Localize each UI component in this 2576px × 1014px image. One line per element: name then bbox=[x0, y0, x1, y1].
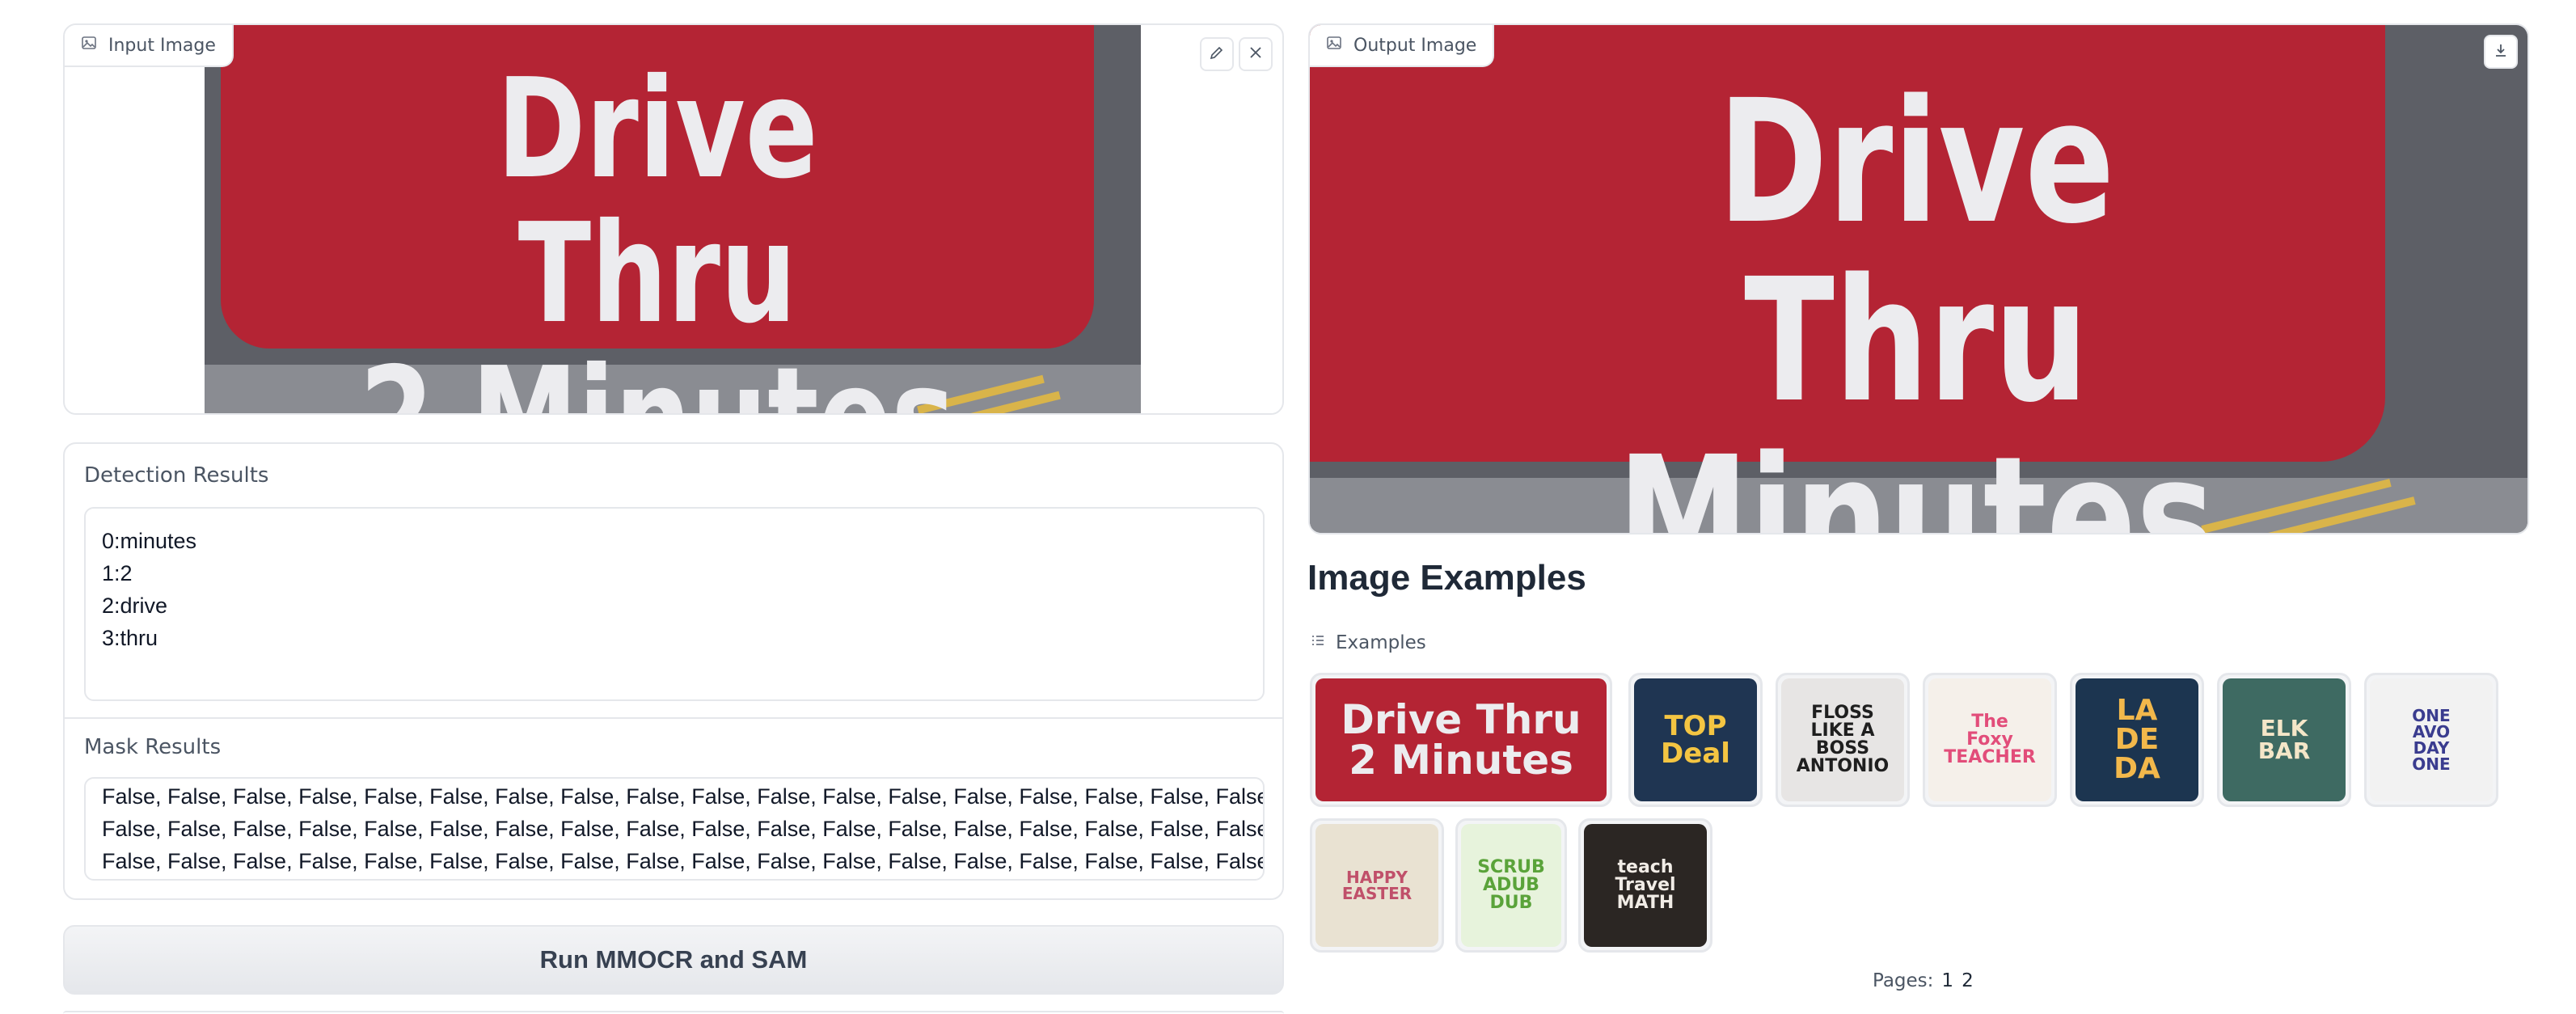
divider bbox=[65, 717, 1282, 719]
mask-results-textbox[interactable]: False, False, False, False, False, False… bbox=[84, 777, 1265, 881]
output-image-panel: Output Image Drive Thru Minutes bbox=[1308, 23, 2529, 534]
example-thumbnail-text: LA DE DA bbox=[2076, 678, 2198, 801]
example-thumbnail-text: Drive Thru 2 Minutes bbox=[1315, 678, 1607, 801]
detection-line: 0:minutes bbox=[102, 529, 197, 553]
examples-label-row: Examples bbox=[1310, 632, 1426, 653]
image-icon bbox=[81, 35, 97, 56]
detection-results-label: Detection Results bbox=[84, 463, 269, 488]
image-icon bbox=[1326, 35, 1342, 56]
pencil-icon bbox=[1208, 44, 1226, 65]
example-thumbnail-text: TOP Deal bbox=[1634, 678, 1757, 801]
output-image-label: Output Image bbox=[1353, 35, 1477, 56]
output-image-text-line1: Drive Thru bbox=[1717, 63, 2115, 440]
close-icon bbox=[1247, 44, 1265, 65]
input-image-tag: Input Image bbox=[65, 25, 234, 67]
mask-line: False, False, False, False, False, False… bbox=[102, 849, 1265, 873]
example-thumbnail[interactable]: HAPPY EASTER bbox=[1310, 818, 1444, 953]
mask-line: False, False, False, False, False, False… bbox=[102, 817, 1265, 841]
example-thumbnail-text: teach Travel MATH bbox=[1584, 824, 1707, 947]
output-image-text-line2: Minutes bbox=[1617, 420, 2215, 534]
input-image-label: Input Image bbox=[108, 35, 216, 56]
example-thumbnail[interactable]: FLOSS LIKE A BOSS ANTONIO bbox=[1776, 673, 1910, 807]
input-image-panel: Input Image Drive Thru 2 Minutes bbox=[63, 23, 1284, 415]
next-panel-edge bbox=[63, 1011, 1284, 1014]
input-image-text-line2: 2 Minutes bbox=[342, 346, 973, 413]
examples-label: Examples bbox=[1336, 632, 1426, 653]
list-icon bbox=[1310, 632, 1326, 653]
example-thumbnail[interactable]: ELK BAR bbox=[2217, 673, 2351, 807]
example-thumbnail[interactable]: teach Travel MATH bbox=[1578, 818, 1712, 953]
example-thumbnail-text: FLOSS LIKE A BOSS ANTONIO bbox=[1781, 678, 1904, 801]
example-thumbnail-text: SCRUB ADUB DUB bbox=[1461, 824, 1561, 947]
download-button[interactable] bbox=[2484, 35, 2518, 69]
example-thumbnail[interactable]: Drive Thru 2 Minutes bbox=[1310, 673, 1612, 807]
page-link-2[interactable]: 2 bbox=[1962, 970, 1974, 991]
example-thumbnail[interactable]: The Foxy TEACHER bbox=[1923, 673, 2057, 807]
example-thumbnail-text: The Foxy TEACHER bbox=[1928, 678, 2051, 801]
example-thumbnail-text: ONE AVO DAY ONE bbox=[2370, 678, 2493, 801]
example-thumbnail-text: HAPPY EASTER bbox=[1315, 824, 1438, 947]
mask-line: False, False, False, False, False, False… bbox=[102, 784, 1265, 809]
edit-button[interactable] bbox=[1200, 37, 1234, 71]
run-mmocr-sam-button[interactable]: Run MMOCR and SAM bbox=[63, 925, 1284, 995]
output-image-tag: Output Image bbox=[1310, 25, 1495, 67]
clear-button[interactable] bbox=[1239, 37, 1273, 71]
results-panel: Detection Results 0:minutes 1:2 2:drive … bbox=[63, 442, 1284, 900]
example-thumbnail[interactable]: LA DE DA bbox=[2070, 673, 2204, 807]
detection-line: 1:2 bbox=[102, 561, 133, 585]
example-thumbnail[interactable]: TOP Deal bbox=[1628, 673, 1763, 807]
input-image-text-line1: Drive Thru bbox=[496, 49, 818, 354]
output-image: Drive Thru Minutes bbox=[1310, 25, 2527, 534]
image-examples-heading: Image Examples bbox=[1307, 558, 1586, 598]
example-thumbnail-text: ELK BAR bbox=[2223, 678, 2346, 801]
detection-line: 2:drive bbox=[102, 594, 168, 618]
pagination: Pages: 1 2 bbox=[1873, 970, 1974, 991]
page-link-1[interactable]: 1 bbox=[1941, 970, 1953, 991]
detection-results-textbox[interactable]: 0:minutes 1:2 2:drive 3:thru bbox=[84, 507, 1265, 701]
example-thumbnail[interactable]: SCRUB ADUB DUB bbox=[1455, 818, 1567, 953]
mask-results-label: Mask Results bbox=[84, 735, 222, 759]
pages-label: Pages: bbox=[1873, 970, 1934, 991]
example-thumbnail[interactable]: ONE AVO DAY ONE bbox=[2364, 673, 2498, 807]
input-image[interactable]: Drive Thru 2 Minutes bbox=[205, 25, 1141, 413]
download-icon bbox=[2492, 41, 2510, 62]
detection-line: 3:thru bbox=[102, 626, 158, 650]
